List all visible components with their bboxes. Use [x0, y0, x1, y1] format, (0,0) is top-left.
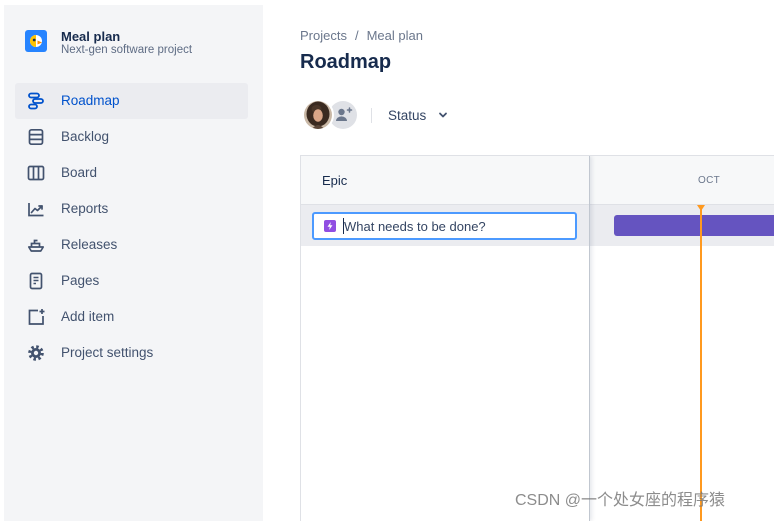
timeline-header-row: OCT	[590, 156, 774, 205]
board-icon	[27, 164, 45, 182]
breadcrumb-separator: /	[354, 28, 359, 43]
watermark: CSDN @一个处女座的程序猿	[515, 492, 726, 509]
epic-column-header-row: Epic	[301, 156, 589, 205]
roadmap-table: Epic OCT	[300, 155, 774, 521]
sidebar-item-label: Releases	[61, 237, 118, 252]
epic-lightning-icon	[324, 220, 336, 232]
sidebar-item-releases[interactable]: Releases	[15, 227, 248, 263]
sidebar-item-backlog[interactable]: Backlog	[15, 119, 248, 155]
sidebar-item-pages[interactable]: Pages	[15, 263, 248, 299]
sidebar-item-roadmap[interactable]: Roadmap	[15, 83, 248, 119]
page-title: Roadmap	[300, 51, 392, 73]
project-sidebar: Meal plan Next-gen software project Road…	[4, 5, 263, 521]
month-label-oct: OCT	[697, 175, 720, 186]
sidebar-item-label: Roadmap	[61, 93, 120, 108]
sidebar-item-label: Reports	[61, 201, 109, 216]
new-epic-field	[312, 212, 577, 240]
roadmap-icon	[27, 92, 45, 110]
sidebar-item-label: Backlog	[61, 129, 110, 144]
reports-icon	[27, 200, 45, 218]
epic-column: Epic	[301, 156, 590, 521]
sidebar-item-reports[interactable]: Reports	[15, 191, 248, 227]
timeline-row	[590, 205, 774, 246]
sidebar-item-label: Project settings	[61, 345, 154, 360]
project-nav: Roadmap Backlog Board Reports Releases P…	[15, 83, 248, 371]
project-type: Next-gen software project	[61, 44, 193, 56]
sidebar-item-label: Add item	[61, 309, 115, 324]
user-photo-avatar[interactable]	[302, 99, 334, 131]
backlog-icon	[27, 128, 45, 146]
toolbar-divider	[371, 108, 372, 123]
sidebar-item-label: Board	[61, 165, 98, 180]
status-filter-dropdown[interactable]: Status	[382, 104, 454, 126]
new-epic-row	[301, 205, 589, 246]
project-avatar-icon[interactable]	[25, 30, 47, 52]
epic-column-header: Epic	[322, 173, 348, 188]
breadcrumb: Projects / Meal plan	[300, 28, 423, 44]
releases-icon	[27, 236, 45, 254]
settings-icon	[27, 344, 45, 362]
new-epic-input[interactable]	[312, 212, 577, 240]
status-filter-label: Status	[388, 107, 427, 123]
sidebar-item-label: Pages	[61, 273, 100, 288]
today-marker-knob	[697, 205, 705, 211]
text-caret	[343, 218, 344, 234]
today-marker-line	[697, 205, 705, 521]
breadcrumb-projects-link[interactable]: Projects	[300, 28, 347, 43]
chevron-down-icon	[439, 112, 448, 118]
epic-timeline-bar[interactable]	[614, 215, 774, 236]
breadcrumb-project-link[interactable]: Meal plan	[367, 28, 423, 43]
sidebar-item-project-settings[interactable]: Project settings	[15, 335, 248, 371]
add-item-icon	[27, 308, 45, 326]
pages-icon	[27, 272, 45, 290]
sidebar-item-board[interactable]: Board	[15, 155, 248, 191]
timeline-column[interactable]: OCT	[590, 156, 774, 521]
sidebar-item-add-item[interactable]: Add item	[15, 299, 248, 335]
